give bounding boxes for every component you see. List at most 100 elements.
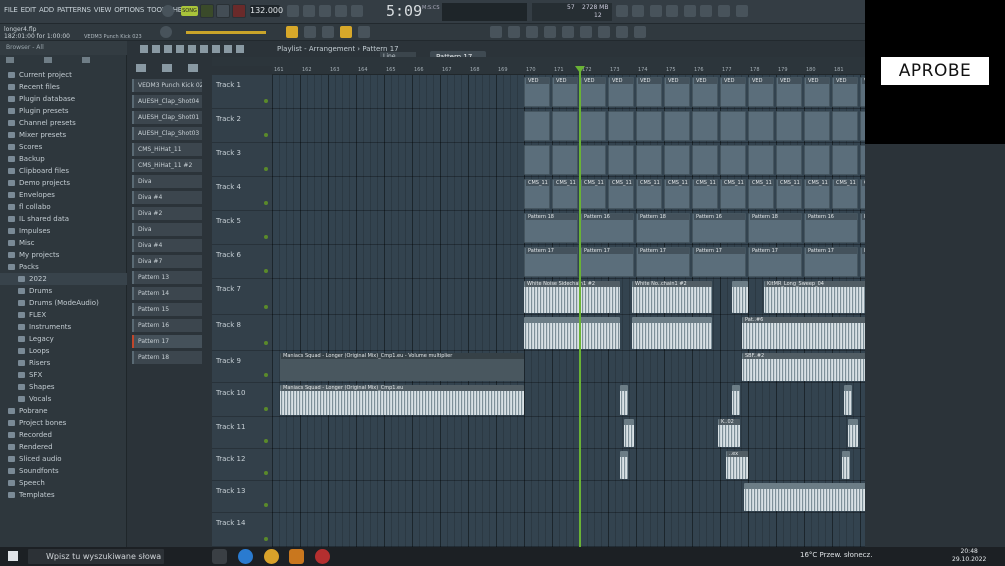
track-header[interactable]: Track 10 [212,383,272,417]
playlist-clip[interactable] [776,145,802,175]
track-header[interactable]: Track 4 [212,177,272,211]
tempo-display[interactable]: 132.000 [250,5,283,17]
browser-item[interactable]: My projects [0,249,127,261]
master-volume-knob[interactable] [160,26,172,38]
browser-item[interactable]: Drums (ModeAudio) [0,297,127,309]
browser-item[interactable]: Templates [0,489,127,501]
track-enable-led[interactable] [264,133,268,137]
browser-item[interactable]: Plugin database [0,93,127,105]
playlist-clip[interactable] [608,111,634,141]
mixer-icon[interactable] [490,26,502,38]
microphone-icon[interactable] [650,5,662,17]
browser-item[interactable]: Drums [0,285,127,297]
link-icon[interactable] [340,26,352,38]
weather-widget[interactable]: 16°C Przew. słonecz. [800,551,872,559]
undo-icon[interactable] [616,5,628,17]
playlist-clip[interactable] [552,145,578,175]
playlist-clip[interactable]: VED [860,77,865,107]
stop-button[interactable] [216,4,230,18]
save-icon[interactable] [684,5,696,17]
playlist-clip[interactable]: Pattern 17 [692,247,746,277]
playlist-clip[interactable]: Pattern 18 [748,213,802,243]
playlist-clip[interactable] [692,145,718,175]
track-header[interactable]: Track 9 [212,351,272,383]
playlist-clip[interactable] [720,111,746,141]
track-row[interactable] [272,417,865,449]
channel-item[interactable]: AUESH_Clap_Shot04 [132,95,202,108]
browser-item[interactable]: Pobrane [0,405,127,417]
playlist-clip[interactable]: Maniacs Squad - Longer (Original Mix)_Cm… [280,353,524,381]
playlist-clip[interactable]: KitMR_Long_Sweep_04 [764,281,865,313]
track-header[interactable]: Track 8 [212,315,272,351]
channel-item[interactable]: Pattern 17 [132,335,202,348]
playlist-clip[interactable]: CMS_11 [832,179,858,209]
playlist-clip[interactable]: White No..chain1 #2 [632,281,712,313]
playlist-clip[interactable] [524,111,550,141]
menu-edit[interactable]: EDIT [21,6,37,14]
playlist-clip[interactable] [732,281,748,313]
playlist-clip[interactable]: CMS_11 [664,179,690,209]
step-edit-icon[interactable] [335,5,347,17]
windows-start-icon[interactable] [8,551,18,561]
playlist-clip[interactable]: CMS_11 [608,179,634,209]
playlist-clip[interactable] [608,145,634,175]
playlist-clip[interactable]: VED [664,77,690,107]
playlist-clip[interactable]: ..ex [726,451,748,479]
playlist-clip[interactable]: Pattern 17 [748,247,802,277]
slice-tool-icon[interactable] [200,45,208,53]
wait-input-icon[interactable] [303,5,315,17]
browser-item[interactable]: fl collabo [0,201,127,213]
playlist-clip[interactable] [748,145,774,175]
playlist-clip[interactable] [860,111,865,141]
browser-item[interactable]: Clipboard files [0,165,127,177]
touch-keyboard-icon[interactable] [616,26,628,38]
channel-item[interactable]: AUESH_Clap_Shot03 [132,127,202,140]
track-enable-led[interactable] [264,537,268,541]
channel-item[interactable]: AUESH_Clap_Shot01 [132,111,202,124]
menu-add[interactable]: ADD [39,6,54,14]
project-info-icon[interactable] [580,26,592,38]
channel-rack-icon[interactable] [322,26,334,38]
playlist-clip[interactable] [848,419,858,447]
track-header[interactable]: Track 3 [212,143,272,177]
browser-item[interactable]: Backup [0,153,127,165]
typing-keyboard-icon[interactable] [666,5,678,17]
equalizer-icon[interactable] [544,26,556,38]
playlist-clip[interactable]: K..02 [718,419,740,447]
paint-tool-icon[interactable] [152,45,160,53]
browser-item[interactable]: Shapes [0,381,127,393]
menu-view[interactable]: VIEW [94,6,112,14]
browser-item[interactable]: Misc [0,237,127,249]
channel-item[interactable]: Diva #7 [132,255,202,268]
metronome-icon[interactable] [287,5,299,17]
select-tool-icon[interactable] [212,45,220,53]
playlist-clip[interactable]: CMS_11 [636,179,662,209]
playlist-clip[interactable]: Maniacs Squad - Longer (Original Mix)_Cm… [280,385,524,415]
track-header[interactable]: Track 2 [212,109,272,143]
playlist-clip[interactable]: VED [776,77,802,107]
playlist-clip[interactable] [632,317,712,349]
clock[interactable]: 20:48 29.10.2022 [952,548,986,564]
channel-item[interactable]: Diva #4 [132,191,202,204]
browser-item[interactable]: IL shared data [0,213,127,225]
playlist-clip[interactable] [832,145,858,175]
browser-item[interactable]: Project bones [0,417,127,429]
browser-item[interactable]: Rendered [0,441,127,453]
playlist-clip[interactable]: Pattern 16 [804,213,858,243]
playlist-clip[interactable] [624,419,634,447]
clipboard-icon[interactable] [562,26,574,38]
menu-file[interactable]: FILE [4,6,18,14]
back-icon[interactable] [82,57,90,63]
channel-item[interactable]: Pattern 13 [132,271,202,284]
playlist-clip[interactable]: Pattern 16 [692,213,746,243]
playlist-clip[interactable]: Pattern 16 [580,213,634,243]
playhead-marker[interactable] [575,66,585,73]
browser-item[interactable]: FLEX [0,309,127,321]
browser-item[interactable]: Soundfonts [0,465,127,477]
channel-item[interactable]: Pattern 18 [132,351,202,364]
browser-item[interactable]: 2022 [0,273,127,285]
chat-icon[interactable] [718,5,730,17]
track-enable-led[interactable] [264,471,268,475]
loop-record-icon[interactable] [351,5,363,17]
channel-item[interactable]: Pattern 16 [132,319,202,332]
